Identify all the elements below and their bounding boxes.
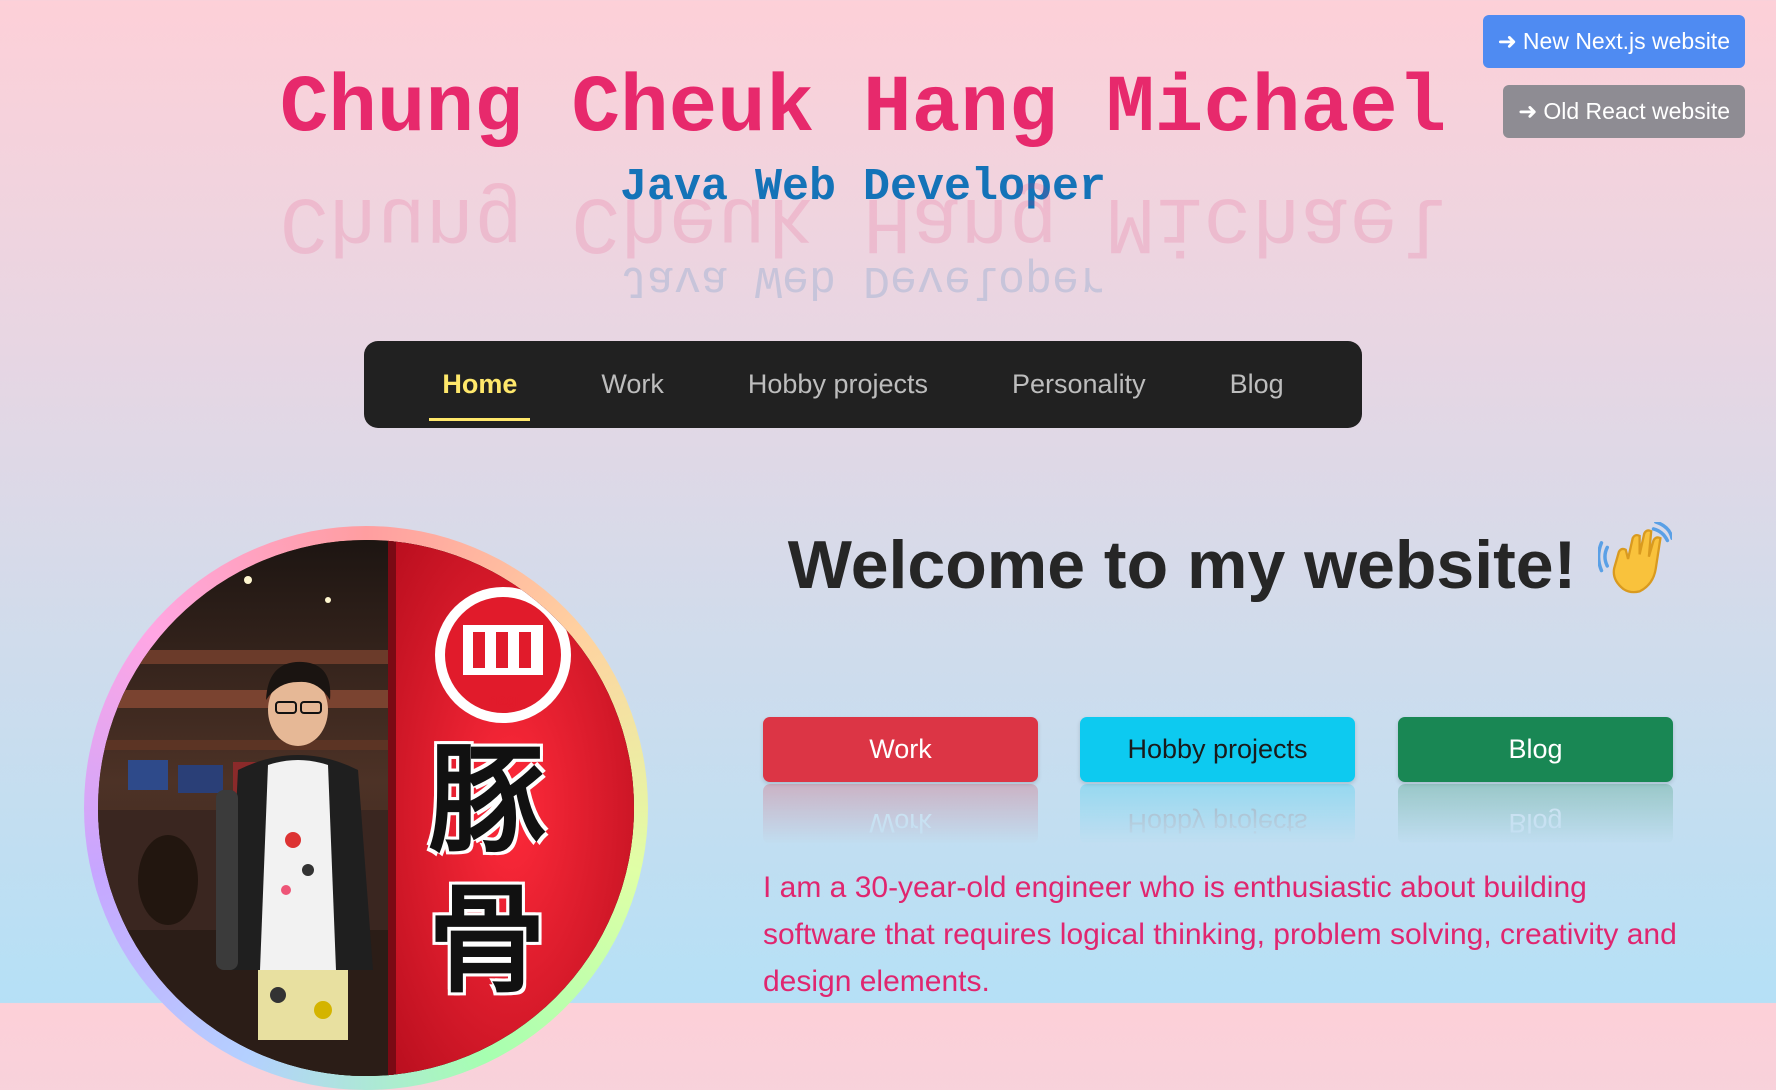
- new-nextjs-website-label: New Next.js website: [1522, 28, 1730, 54]
- role-reflection-text: Java Web Developer: [619, 254, 1107, 305]
- nav-item-label: Personality: [1012, 369, 1146, 399]
- job-title: Java Web Developer: [619, 162, 1107, 213]
- blog-button[interactable]: Blog: [1398, 717, 1673, 782]
- blog-button-reflection: Blog: [1398, 784, 1673, 844]
- role-reflection: Java Web Developer: [0, 251, 1726, 307]
- nav-item-label: Blog: [1229, 369, 1284, 399]
- blog-button-label: Blog: [1508, 734, 1563, 764]
- intro-paragraph: I am a 30-year-old engineer who is enthu…: [763, 871, 1677, 998]
- nav-item-personality[interactable]: Personality: [970, 341, 1188, 428]
- blog-reflection-label: Blog: [1508, 808, 1563, 838]
- lantern-characters: 豚骨: [428, 731, 547, 1009]
- nav-item-home[interactable]: Home: [400, 341, 559, 428]
- work-button-label: Work: [869, 734, 932, 764]
- nav-item-label: Home: [442, 369, 518, 399]
- welcome-text: Welcome to my website!: [787, 527, 1577, 603]
- welcome-heading: Welcome to my website!: [700, 520, 1760, 618]
- site-owner-name: Chung Cheuk Hang Michael: [279, 64, 1447, 155]
- nav-item-label: Work: [601, 369, 664, 399]
- work-button[interactable]: Work: [763, 717, 1038, 782]
- lantern-brand-text: nagi: [488, 692, 521, 709]
- avatar: nagi 豚骨: [98, 540, 634, 1076]
- nav-item-hobby-projects[interactable]: Hobby projects: [706, 341, 970, 428]
- hobby-reflection-label: Hobby projects: [1127, 808, 1308, 838]
- hobby-projects-button[interactable]: Hobby projects: [1080, 717, 1355, 782]
- nav-item-blog[interactable]: Blog: [1188, 341, 1326, 428]
- nav-item-work[interactable]: Work: [559, 341, 706, 428]
- main-navbar: Home Work Hobby projects Personality Blo…: [364, 341, 1362, 428]
- avatar-photo-illustration: nagi: [98, 540, 634, 1076]
- header-title-block: Chung Cheuk Hang Michael Java Web Develo…: [0, 60, 1726, 216]
- waving-hand-icon: [1597, 520, 1674, 618]
- work-button-reflection: Work: [763, 784, 1038, 844]
- hobby-projects-button-label: Hobby projects: [1127, 734, 1308, 764]
- nav-item-label: Hobby projects: [747, 369, 928, 399]
- hobby-projects-button-reflection: Hobby projects: [1080, 784, 1355, 844]
- work-reflection-label: Work: [869, 808, 932, 838]
- arrow-right-icon: ➜: [1497, 28, 1517, 55]
